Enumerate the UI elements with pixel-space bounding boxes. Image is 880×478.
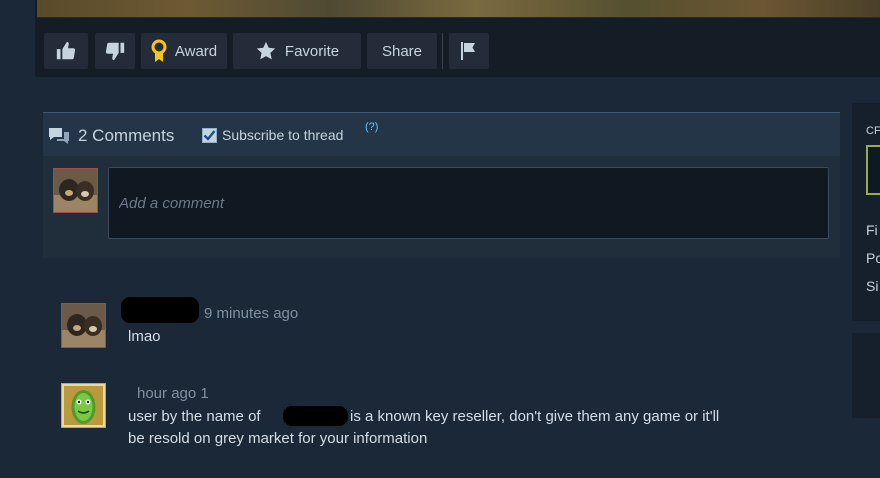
- subscribe-help-link[interactable]: (?): [365, 121, 378, 133]
- dog-avatar-image: [62, 304, 105, 347]
- current-user-avatar[interactable]: [53, 168, 98, 213]
- favorite-button[interactable]: Favorite: [233, 33, 361, 69]
- award-label: Award: [174, 42, 218, 60]
- sidebar-label-c: Si: [866, 278, 879, 294]
- sidebar-label-b: Pc: [866, 250, 880, 266]
- comments-count: 2 Comments: [78, 126, 175, 145]
- flag-icon: [461, 42, 475, 60]
- comment-text: lmao: [128, 328, 161, 345]
- commenter-avatar[interactable]: [61, 383, 106, 428]
- star-icon: [256, 41, 276, 60]
- add-comment-input[interactable]: [108, 167, 829, 239]
- comments-header: 2 Comments Subscribe to thread (?): [43, 113, 840, 156]
- subscribe-label: Subscribe to thread: [222, 127, 344, 143]
- redacted-username: [121, 297, 199, 323]
- sidebar-secondary-panel: [852, 333, 880, 418]
- pickle-avatar-image: [62, 384, 105, 427]
- thumbs-up-icon: [56, 41, 76, 60]
- screenshot-image[interactable]: [37, 0, 880, 18]
- subscribe-toggle[interactable]: Subscribe to thread: [202, 127, 343, 143]
- comment-text-continued: is a known key reseller, don't give them…: [350, 408, 720, 425]
- favorite-label: Favorite: [284, 42, 340, 60]
- checkmark-icon: [203, 129, 216, 141]
- subscribe-checkbox[interactable]: [202, 127, 217, 143]
- thumbs-down-button[interactable]: [95, 33, 135, 69]
- comment-timestamp: 9 minutes ago: [204, 305, 299, 322]
- comment-timestamp: hour ago 1: [137, 385, 209, 402]
- comment-text-line2: be resold on grey market for your inform…: [128, 430, 428, 447]
- sidebar-heading: CF: [866, 125, 880, 137]
- sidebar-label-a: Fi: [866, 222, 878, 238]
- sidebar-thumbnail[interactable]: [866, 145, 880, 195]
- award-icon: [151, 39, 167, 62]
- redacted-username: [283, 406, 348, 426]
- thumbs-down-icon: [105, 42, 125, 61]
- share-button[interactable]: Share: [367, 33, 437, 69]
- chat-bubbles-icon: [49, 128, 69, 144]
- share-label: Share: [381, 42, 423, 60]
- commenter-avatar[interactable]: [61, 303, 106, 348]
- comment-text-start: user by the name of: [128, 408, 261, 425]
- thumbs-up-button[interactable]: [44, 33, 88, 69]
- toolbar-divider: [442, 33, 443, 69]
- award-button[interactable]: Award: [141, 33, 227, 69]
- report-button[interactable]: [449, 33, 489, 69]
- comments-panel: 2 Comments Subscribe to thread (?): [43, 112, 840, 258]
- dog-avatar-image: [54, 169, 97, 212]
